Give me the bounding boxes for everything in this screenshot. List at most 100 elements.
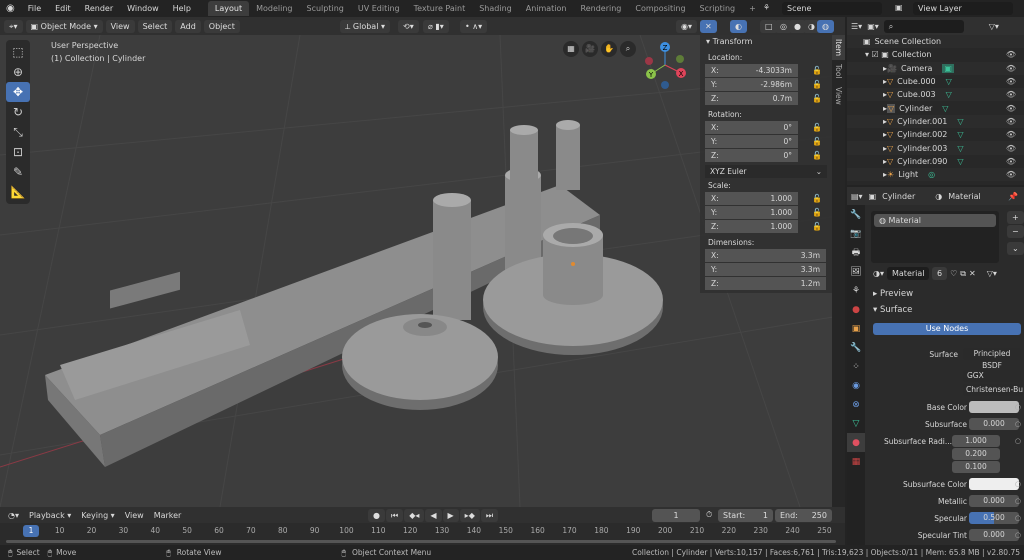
stopwatch-icon[interactable]: ⏱ (706, 510, 712, 520)
scene-icon[interactable]: ⚘ (763, 3, 770, 12)
lock-icon[interactable]: 🔓 (812, 194, 822, 203)
surface-shader-field[interactable]: Principled BSDF (963, 348, 1021, 370)
rotate-tool-icon[interactable]: ↻ (6, 102, 30, 122)
orientation-dropdown[interactable]: ⟂ Global ▾ (340, 20, 390, 33)
subsurface-radius-z[interactable]: 0.100 (952, 461, 1000, 473)
scale-tool-icon[interactable]: ⤡ (6, 122, 30, 142)
lock-icon[interactable]: 🔓 (812, 66, 822, 75)
lock-icon[interactable]: 🔓 (812, 123, 822, 132)
modifier-tab-icon[interactable]: 🔧 (847, 338, 865, 357)
world-tab-icon[interactable]: ● (847, 300, 865, 319)
tab-layout[interactable]: Layout (207, 1, 250, 16)
eye-icon[interactable]: 👁 (1006, 77, 1016, 86)
menu-select[interactable]: Select (137, 19, 173, 33)
blender-logo-icon[interactable]: ◉ (0, 3, 21, 14)
editor-type-icon[interactable]: ☰▾ (851, 22, 862, 31)
lock-icon[interactable]: 🔓 (812, 151, 822, 160)
toggle-camera-grid-icon[interactable]: ▦ (563, 41, 579, 57)
outliner-item[interactable]: ▸ ▽ Cylinder.001 ▽ 👁 (847, 114, 1024, 129)
link-type-icon[interactable]: ▽▾ (987, 269, 997, 278)
subsurface-color-swatch[interactable] (969, 478, 1019, 490)
lock-icon[interactable]: 🔓 (812, 137, 822, 146)
material-slot-list[interactable]: ◍ Material (871, 211, 999, 263)
camera-view-icon[interactable]: 🎥 (582, 41, 598, 57)
display-mode-icon[interactable]: ▣▾ (867, 22, 879, 31)
lock-icon[interactable]: 🔓 (812, 222, 822, 231)
eye-icon[interactable]: 👁 (1006, 50, 1016, 59)
eye-icon[interactable]: 👁 (1006, 170, 1016, 179)
cursor-tool-icon[interactable]: ⊕ (6, 62, 30, 82)
specular-tint-field[interactable]: 0.000 (969, 529, 1019, 541)
unlink-icon[interactable]: ✕ (969, 269, 976, 278)
overlay-toggle-icon[interactable]: ◐ (730, 20, 747, 33)
frame-ruler[interactable]: 1 10 20 30 40 50 60 70 80 90 100 110 120 130 140 150 160… (0, 523, 845, 539)
menu-help[interactable]: Help (166, 4, 198, 13)
menu-edit[interactable]: Edit (48, 4, 78, 13)
scale-y-field[interactable]: Y: 1.000 (705, 206, 798, 219)
menu-object[interactable]: Object (203, 19, 240, 33)
editor-type-icon[interactable]: ⌖▾ (4, 19, 23, 33)
eye-icon[interactable]: 👁 (1006, 117, 1016, 126)
mode-selector[interactable]: ▣ Object Mode ▾ (25, 19, 103, 33)
physics-tab-icon[interactable]: ◉ (847, 376, 865, 395)
select-box-tool-icon[interactable]: ⬚ (6, 42, 30, 62)
scale-z-field[interactable]: Z: 1.000 (705, 220, 798, 233)
annotate-tool-icon[interactable]: ✎ (6, 162, 30, 182)
add-slot-button[interactable]: + (1007, 211, 1024, 224)
render-tab-icon[interactable]: 📷 (847, 224, 865, 243)
outliner-item[interactable]: ▸ ▽ Cube.000 ▽ 👁 (847, 75, 1024, 88)
remove-slot-button[interactable]: − (1007, 225, 1024, 238)
material-name-field[interactable]: Material (887, 267, 929, 280)
duplicate-icon[interactable]: ⧉ (960, 269, 966, 279)
scene-tab-icon[interactable]: ⚘ (847, 281, 865, 300)
editor-type-icon[interactable]: ◔▾ (8, 511, 19, 520)
lock-icon[interactable]: 🔓 (812, 80, 822, 89)
outliner-collection[interactable]: ▾ ☑ ▣ Collection 👁 (847, 48, 1024, 61)
visibility-icon[interactable]: ◉▾ (676, 20, 697, 33)
rotation-z-field[interactable]: Z: 0° (705, 149, 798, 162)
dimension-y-field[interactable]: Y: 3.3m (705, 263, 826, 276)
tab-compositing[interactable]: Compositing (628, 1, 692, 16)
eye-icon[interactable]: 👁 (1006, 157, 1016, 166)
navigation-gizmo[interactable]: Z X Y (640, 39, 690, 91)
timeline-scrollbar[interactable] (6, 540, 836, 543)
tab-modeling[interactable]: Modeling (249, 1, 299, 16)
preview-panel-header[interactable]: ▸ Preview (873, 289, 913, 299)
tab-rendering[interactable]: Rendering (574, 1, 629, 16)
play-reverse-icon[interactable]: ◀ (425, 509, 442, 522)
outliner-item[interactable]: ▸ ☀ Light ◎ 👁 (847, 167, 1024, 182)
dimension-x-field[interactable]: X: 3.3m (705, 249, 826, 262)
scene-field[interactable]: Scene (782, 2, 882, 15)
measure-tool-icon[interactable]: 📐 (6, 182, 30, 202)
material-tab-icon[interactable]: ● (847, 433, 865, 452)
current-frame-field[interactable]: 1 (652, 509, 700, 522)
shading-rendered-icon[interactable]: ◍ (817, 20, 834, 33)
snap-icon[interactable]: ⌀ ▮▾ (423, 20, 449, 33)
sidebar-tab-view[interactable]: View (832, 83, 845, 109)
metallic-field[interactable]: 0.000 (969, 495, 1019, 507)
filter-icon[interactable]: ▽▾ (989, 22, 999, 31)
editor-type-icon[interactable]: ▤▾ (851, 192, 863, 201)
material-slot[interactable]: ◍ Material (874, 214, 996, 227)
tab-texture-paint[interactable]: Texture Paint (407, 1, 473, 16)
rotation-x-field[interactable]: X: 0° (705, 121, 798, 134)
outliner-scene-collection[interactable]: ▣ Scene Collection (847, 35, 1024, 49)
tab-animation[interactable]: Animation (519, 1, 574, 16)
proportional-edit-icon[interactable]: • ∧▾ (460, 20, 488, 33)
add-workspace-button[interactable]: + (742, 1, 763, 16)
distribution-dropdown[interactable]: GGX (963, 370, 1021, 382)
sidebar-tab-tool[interactable]: Tool (832, 60, 845, 83)
lock-icon[interactable]: 🔓 (812, 208, 822, 217)
menu-view[interactable]: View (125, 511, 144, 520)
specular-slider[interactable]: 0.500 (969, 512, 1019, 524)
tab-scripting[interactable]: Scripting (693, 1, 743, 16)
outliner-item-selected[interactable]: ▸ ▽ Cylinder ▽ 👁 (847, 101, 1024, 114)
transform-header[interactable]: ▾ Transform (700, 35, 832, 49)
rotation-y-field[interactable]: Y: 0° (705, 135, 798, 148)
play-icon[interactable]: ▶ (442, 509, 459, 522)
menu-keying[interactable]: Keying ▾ (81, 511, 114, 520)
eye-icon[interactable]: 👁 (1006, 144, 1016, 153)
record-icon[interactable]: ● (368, 509, 385, 522)
outliner-item[interactable]: ▸ ▽ Cylinder.090 ▽ 👁 (847, 155, 1024, 168)
menu-playback[interactable]: Playback ▾ (29, 511, 71, 520)
